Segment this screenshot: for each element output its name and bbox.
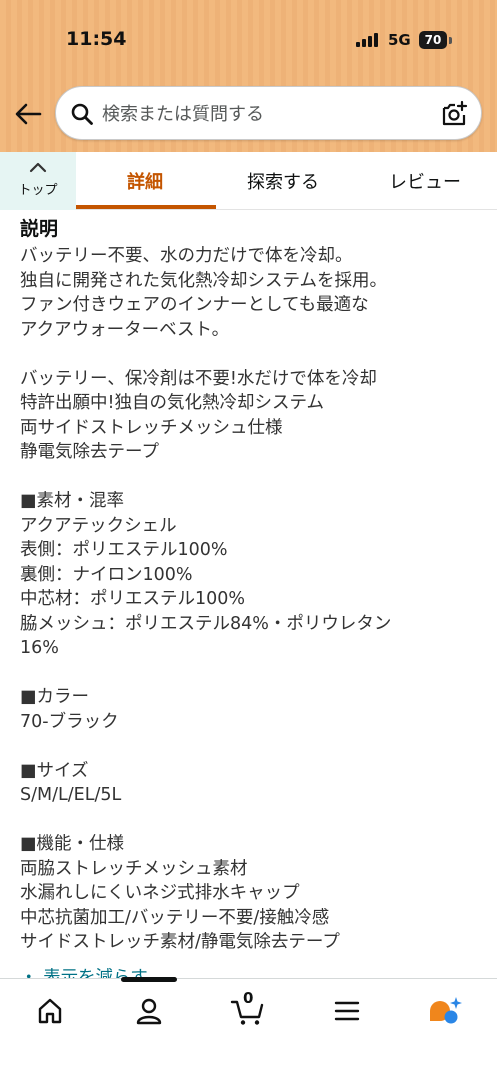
search-bar[interactable] [55,86,482,140]
description-line: 16% [20,638,59,658]
description-text: バッテリー不要、水の力だけで体を冷却。独自に開発された気化熱冷却システムを採用。… [20,244,480,955]
description-line: S/M/L/EL/5L [20,785,122,805]
header: 11:54 5G 70 [0,0,497,152]
description-line: サイドストレッチ素材/静電気除去テープ [20,932,340,952]
description-line: 中芯抗菌加工/バッテリー不要/接触冷感 [20,907,330,928]
status-bar: 11:54 5G 70 [0,0,497,80]
network-label: 5G [388,31,411,49]
description-line: バッテリー、保冷剤は不要!水だけで体を冷却 [20,368,377,389]
menu-icon[interactable] [329,993,365,1029]
description-line: ■機能・仕様 [20,834,125,854]
battery-icon: 70 [419,31,447,49]
tab-reviews[interactable]: レビュー [389,168,461,194]
description-line: ■カラー [20,687,90,707]
search-input[interactable] [102,97,422,131]
description-line: 裏側：ナイロン100% [20,564,193,585]
description-line: 両脇ストレッチメッシュ素材 [20,858,248,879]
tab-details[interactable]: 詳細 [127,168,163,194]
description-line: 脇メッシュ：ポリエステル84%・ポリウレタン [20,613,392,634]
description-line: 静電気除去テープ [20,442,159,462]
section-title: 説明 [20,218,59,240]
tab-explore[interactable]: 探索する [247,168,319,194]
description-line: アクアウォーターベスト。 [20,319,230,340]
description-line: 水漏れしにくいネジ式排水キャップ [20,883,300,903]
active-tab-indicator [76,205,216,209]
description-line: 表側：ポリエステル100% [20,540,228,560]
description-line: バッテリー不要、水の力だけで体を冷却。 [20,246,353,266]
description-line: ファン付きウェアのインナーとしても最適な [20,295,369,315]
camera-search-icon[interactable] [440,100,468,128]
description-line: 特許出願中!独自の気化熱冷却システム [20,393,324,413]
description-line: アクアテックシェル [20,515,177,536]
description-section: 説明 バッテリー不要、水の力だけで体を冷却。独自に開発された気化熱冷却システムを… [20,214,480,955]
rufus-icon[interactable] [426,993,462,1029]
bottom-nav: 0 [0,977,497,1080]
description-line: 独自に開発された気化熱冷却システムを採用。 [20,270,387,291]
scroll-to-top-button[interactable]: トップ [0,152,76,210]
home-icon[interactable] [32,993,68,1029]
cart-count: 0 [243,989,254,1007]
scroll-to-top-label: トップ [18,183,58,198]
active-nav-indicator [121,977,177,982]
account-icon[interactable] [131,993,167,1029]
description-line: 70-ブラック [20,711,119,732]
cart-icon[interactable]: 0 [230,989,266,1029]
search-icon [70,102,94,126]
battery-tip [449,37,452,44]
status-time: 11:54 [66,28,127,50]
back-arrow-icon[interactable] [12,96,44,132]
chevron-up-icon [29,162,47,173]
description-line: ■サイズ [20,760,89,781]
description-line: 両サイドストレッチメッシュ仕様 [20,417,283,438]
signal-icon [356,33,380,47]
description-line: ■素材・混率 [20,491,125,511]
tab-bar: トップ 詳細 探索する レビュー [0,152,497,210]
description-line: 中芯材：ポリエステル100% [20,589,246,609]
